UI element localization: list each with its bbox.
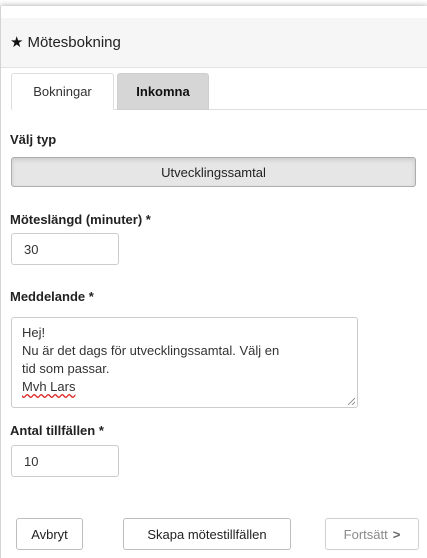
- cancel-button[interactable]: Avbryt: [16, 518, 83, 550]
- star-icon: ★: [10, 34, 24, 51]
- message-line: Hej!: [22, 325, 46, 340]
- meeting-length-label: Möteslängd (minuter) *: [10, 212, 151, 227]
- message-label: Meddelande *: [10, 289, 94, 304]
- chevron-right-icon: >: [392, 526, 401, 542]
- tab-inkomna[interactable]: Inkomna: [117, 73, 209, 110]
- continue-label: Fortsätt: [343, 526, 388, 542]
- message-line: Nu är det dags för utvecklingssamtal. Vä…: [22, 343, 280, 358]
- message-line: tid som passar.: [22, 361, 110, 376]
- type-option-button[interactable]: Utvecklingssamtal: [11, 157, 416, 187]
- create-meetings-button[interactable]: Skapa mötestillfällen: [123, 518, 291, 550]
- continue-button[interactable]: Fortsätt >: [325, 518, 419, 550]
- message-line: Mvh Lars: [22, 379, 76, 394]
- panel-header: ★ Mötesbokning: [1, 18, 427, 68]
- meeting-booking-panel: ★ Mötesbokning Bokningar Inkomna Välj ty…: [0, 6, 427, 558]
- count-label: Antal tillfällen *: [10, 423, 104, 438]
- page-title: Mötesbokning: [27, 34, 121, 51]
- count-input[interactable]: 10: [11, 445, 119, 477]
- resize-grip-icon[interactable]: [348, 398, 355, 405]
- tab-bokningar[interactable]: Bokningar: [11, 73, 114, 110]
- tab-bar: Bokningar Inkomna: [11, 73, 209, 110]
- type-label: Välj typ: [10, 132, 57, 147]
- meeting-length-input[interactable]: 30: [11, 233, 119, 265]
- message-textarea[interactable]: Hej! Nu är det dags för utvecklingssamta…: [11, 317, 358, 408]
